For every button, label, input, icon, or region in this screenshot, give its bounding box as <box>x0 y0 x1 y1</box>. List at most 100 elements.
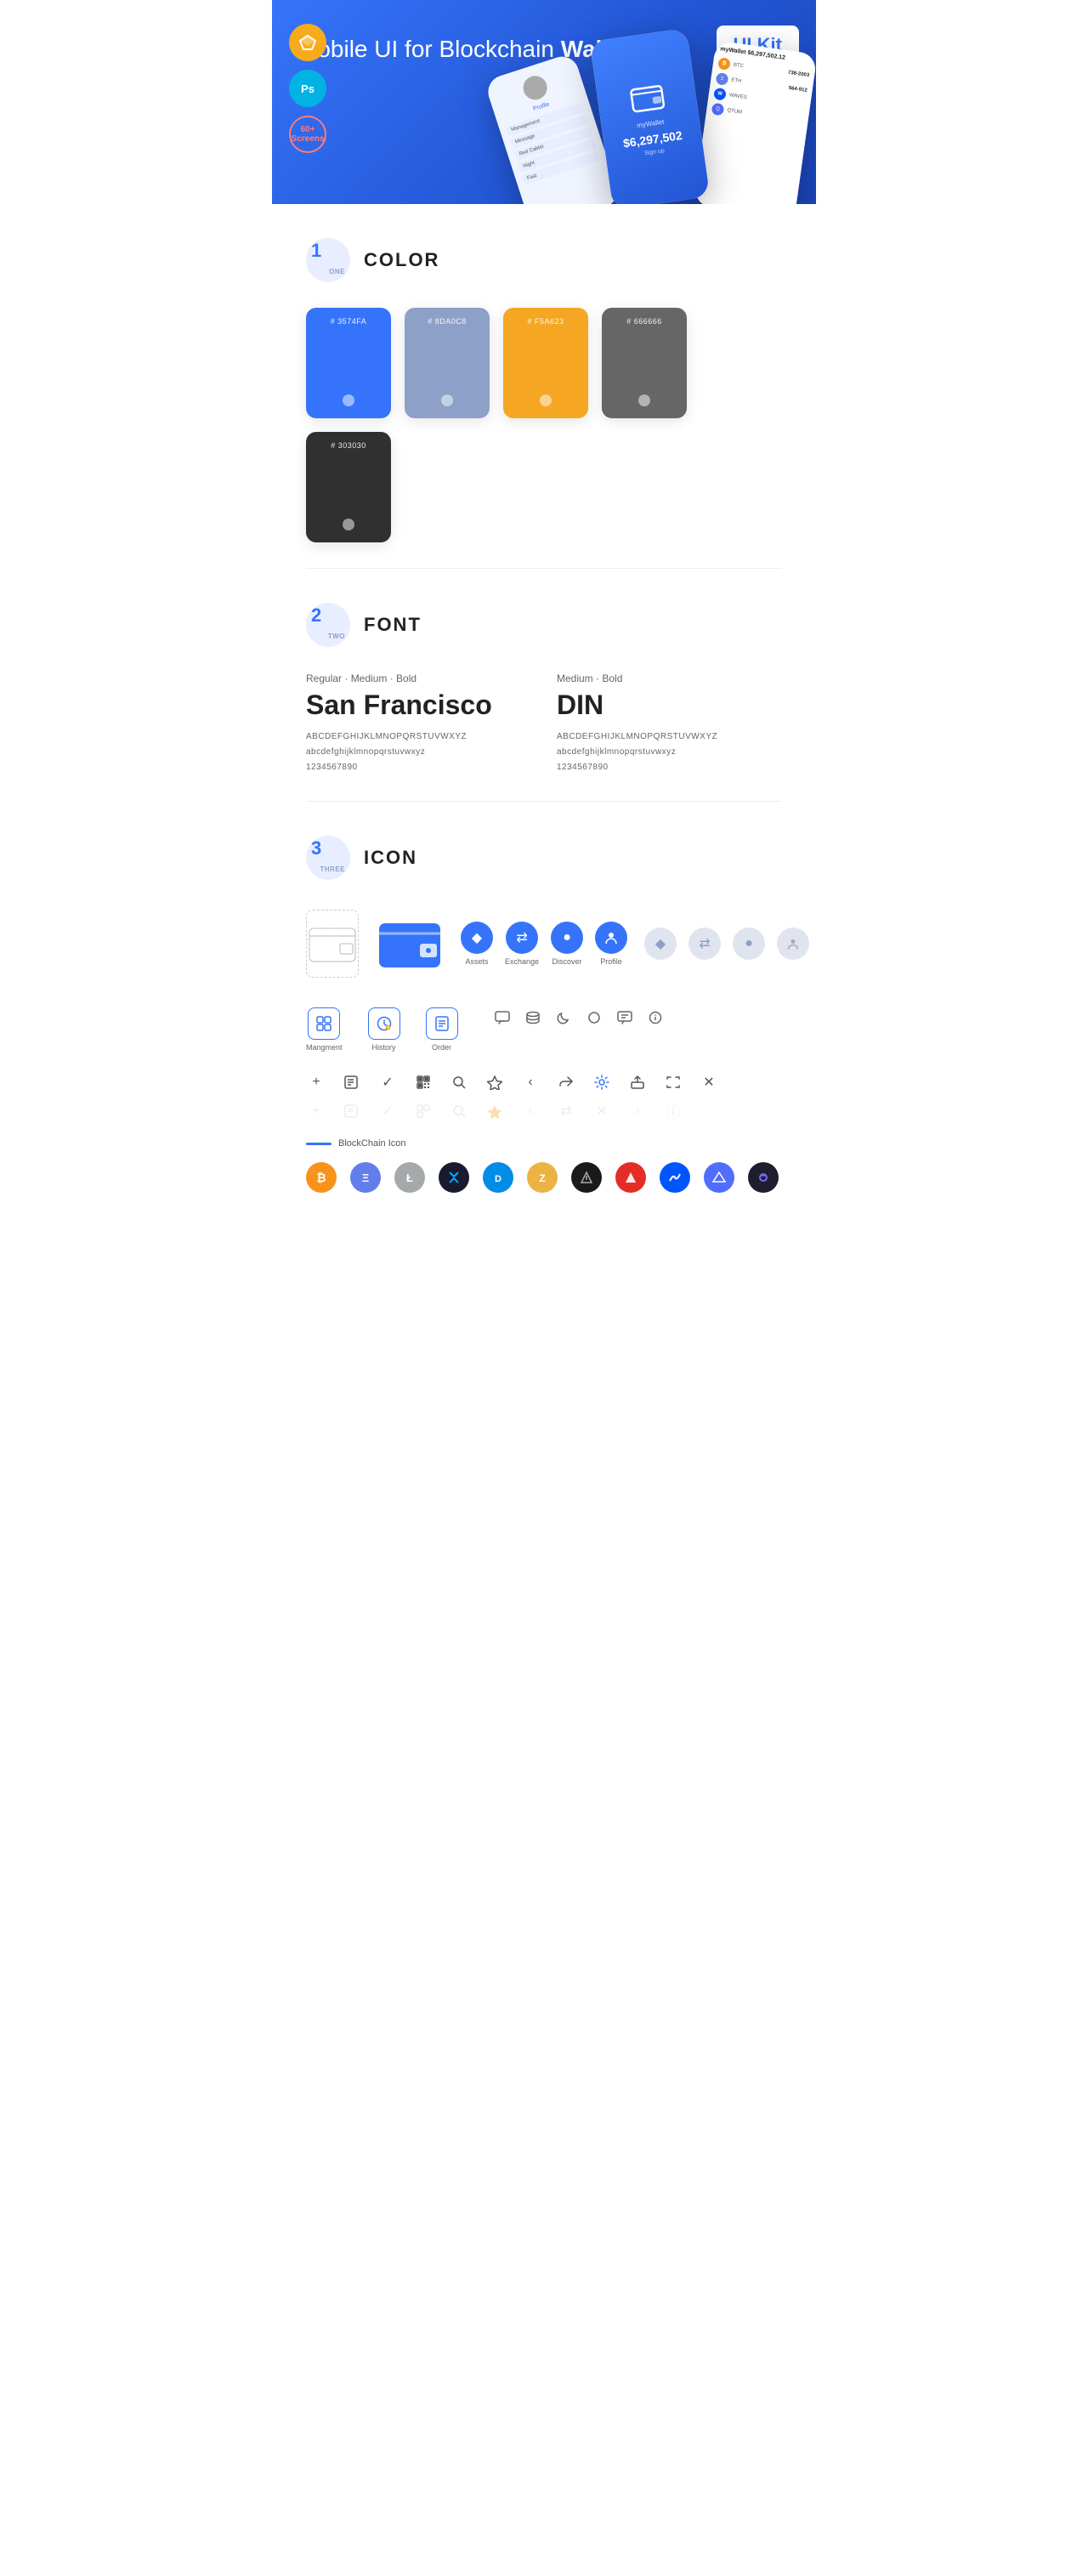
expand-icon <box>663 1072 683 1092</box>
ps-badge: Ps <box>289 70 326 107</box>
management-label: Mangment <box>306 1043 343 1052</box>
section-number-1: 1 ONE <box>306 238 350 282</box>
assets-label: Assets <box>465 957 488 966</box>
font-section-header: 2 TWO FONT <box>306 603 782 647</box>
crypto-waves <box>660 1162 690 1193</box>
color-hex: # F5A623 <box>527 316 564 327</box>
icon-section: 3 THREE ICON <box>272 802 816 1218</box>
utility-icons-colored <box>492 1007 666 1028</box>
color-hex: # 3574FA <box>331 316 367 327</box>
svg-text:Ł: Ł <box>406 1172 413 1184</box>
blockchain-line <box>306 1143 332 1145</box>
wallet-wireframe <box>306 910 359 978</box>
crypto-bal <box>748 1162 779 1193</box>
tools-row-colored: + ✓ ‹ ✕ <box>306 1072 782 1092</box>
color-swatch: # 666666 <box>602 308 687 418</box>
font-din: Medium · Bold DIN ABCDEFGHIJKLMNOPQRSTUV… <box>557 672 782 775</box>
history-label: History <box>372 1043 396 1052</box>
check-icon: ✓ <box>377 1072 398 1092</box>
font-sf: Regular · Medium · Bold San Francisco AB… <box>306 672 531 775</box>
crypto-icons-row: ₿ΞŁDZ <box>306 1162 782 1193</box>
hero-section: Mobile UI for Blockchain Wallet UI Kit P… <box>272 0 816 204</box>
profile-icon-gray <box>777 928 809 960</box>
font-sf-upper: ABCDEFGHIJKLMNOPQRSTUVWXYZ <box>306 729 531 745</box>
hero-badges: Ps 60+Screens <box>289 24 326 153</box>
assets-icon: ◆ <box>461 922 493 954</box>
profile-icon <box>595 922 627 954</box>
blockchain-label: BlockChain Icon <box>338 1138 406 1149</box>
list-edit-icon <box>342 1072 362 1092</box>
x-icon-gray: ✕ <box>592 1101 612 1121</box>
font-din-upper: ABCDEFGHIJKLMNOPQRSTUVWXYZ <box>557 729 782 745</box>
nav-icons-colored: ◆ Assets ⇄ Exchange ● Discover Profile <box>461 922 627 966</box>
exchange-label: Exchange <box>505 957 539 966</box>
nav-profile: Profile <box>595 922 627 966</box>
color-dot <box>540 394 552 406</box>
color-swatch: # 303030 <box>306 432 391 542</box>
icon-main-display: ◆ Assets ⇄ Exchange ● Discover Profile ◆ <box>306 905 782 982</box>
font-grid: Regular · Medium · Bold San Francisco AB… <box>306 672 782 775</box>
exchange-icon: ⇄ <box>506 922 538 954</box>
app-icons-row: Mangment History Order <box>306 1007 782 1052</box>
font-din-nums: 1234567890 <box>557 760 782 775</box>
message-icon <box>615 1007 635 1028</box>
management-icon-item: Mangment <box>306 1007 343 1052</box>
svg-text:Z: Z <box>539 1172 545 1184</box>
assets-icon-gray: ◆ <box>644 928 677 960</box>
nav-discover: ● Discover <box>551 922 583 966</box>
font-sf-nums: 1234567890 <box>306 760 531 775</box>
font-sf-weights: Regular · Medium · Bold <box>306 672 531 684</box>
color-dot <box>343 394 354 406</box>
discover-icon-gray: ● <box>733 928 765 960</box>
moon-icon <box>553 1007 574 1028</box>
arrows-icon-gray: ⇄ <box>556 1101 576 1121</box>
screens-badge: 60+Screens <box>289 116 326 153</box>
history-icon <box>368 1007 400 1040</box>
circle-icon <box>584 1007 604 1028</box>
plus-icon-gray: + <box>306 1101 326 1121</box>
color-swatches: # 3574FA # 8DA0C8 # F5A623 # 666666 # 30… <box>306 308 782 542</box>
nav-exchange: ⇄ Exchange <box>505 922 539 966</box>
nav-assets: ◆ Assets <box>461 922 493 966</box>
sketch-badge <box>289 24 326 61</box>
color-dot <box>343 519 354 531</box>
order-label: Order <box>432 1043 451 1052</box>
color-hex: # 303030 <box>331 440 366 451</box>
font-din-name: DIN <box>557 689 782 721</box>
qr-icon <box>413 1072 434 1092</box>
color-dot <box>638 394 650 406</box>
font-sf-name: San Francisco <box>306 689 531 721</box>
qr-icon-gray <box>413 1101 434 1121</box>
chat-icon <box>492 1007 513 1028</box>
crypto-ltc: Ł <box>394 1162 425 1193</box>
stack-icon <box>523 1007 543 1028</box>
font-title: FONT <box>364 614 422 636</box>
font-din-weights: Medium · Bold <box>557 672 782 684</box>
nav-icons-gray: ◆ ⇄ ● <box>644 928 809 960</box>
close-icon: ✕ <box>699 1072 719 1092</box>
gear-icon <box>592 1072 612 1092</box>
color-title: COLOR <box>364 249 439 271</box>
back-icon: ‹ <box>520 1072 541 1092</box>
list-edit-icon-gray <box>342 1101 362 1121</box>
discover-label: Discover <box>552 957 582 966</box>
crypto-iota <box>571 1162 602 1193</box>
crypto-eth: Ξ <box>350 1162 381 1193</box>
crypto-xrp <box>439 1162 469 1193</box>
color-section: 1 ONE COLOR # 3574FA # 8DA0C8 # F5A623 #… <box>272 204 816 568</box>
color-swatch: # 3574FA <box>306 308 391 418</box>
color-section-header: 1 ONE COLOR <box>306 238 782 282</box>
history-icon-item: History <box>368 1007 400 1052</box>
tools-row-gray: + ✓ ‹ ⇄ ✕ › ⓘ <box>306 1101 782 1121</box>
search-icon <box>449 1072 469 1092</box>
color-swatch: # F5A623 <box>503 308 588 418</box>
exchange-icon-gray: ⇄ <box>688 928 721 960</box>
section-number-2: 2 TWO <box>306 603 350 647</box>
color-dot <box>441 394 453 406</box>
crypto-band <box>704 1162 734 1193</box>
svg-text:₿: ₿ <box>316 1171 326 1184</box>
color-swatch: # 8DA0C8 <box>405 308 490 418</box>
upload-icon <box>627 1072 648 1092</box>
forward-icon-gray: › <box>627 1101 648 1121</box>
discover-icon: ● <box>551 922 583 954</box>
